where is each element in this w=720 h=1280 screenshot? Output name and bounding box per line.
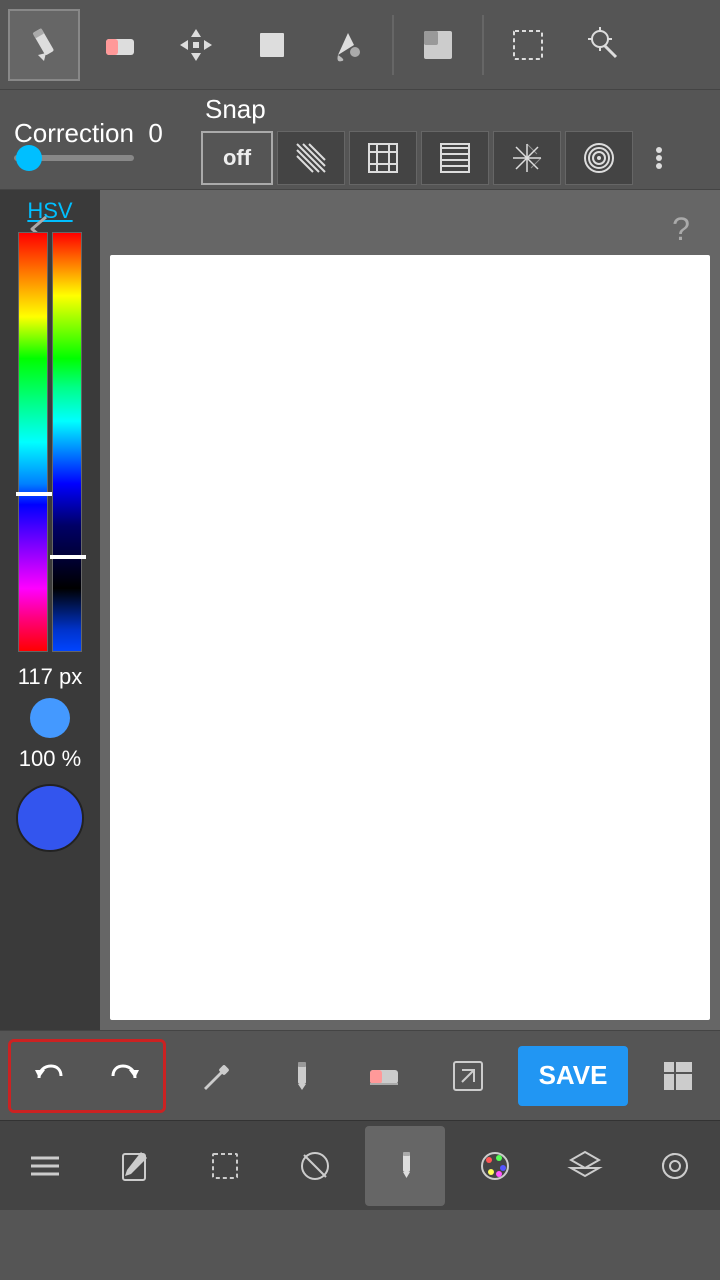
export-button[interactable] bbox=[434, 1042, 502, 1110]
correction-slider-track[interactable] bbox=[14, 155, 134, 161]
move-tool[interactable] bbox=[160, 9, 232, 81]
correction-label: Correction 0 bbox=[14, 118, 181, 149]
hue-indicator bbox=[16, 492, 52, 496]
correction-row: Correction 0 Snap off bbox=[0, 90, 720, 190]
nav-layers-button[interactable] bbox=[545, 1126, 625, 1206]
redo-button[interactable] bbox=[87, 1042, 163, 1110]
toolbar-divider2 bbox=[482, 15, 484, 75]
snap-grid-button[interactable] bbox=[349, 131, 417, 185]
snap-label: Snap bbox=[195, 94, 720, 125]
sv-indicator bbox=[50, 555, 86, 559]
hue-strip[interactable] bbox=[18, 232, 48, 652]
eraser-tool[interactable] bbox=[84, 9, 156, 81]
eyedropper-button[interactable] bbox=[182, 1042, 250, 1110]
fill-tool[interactable] bbox=[312, 9, 384, 81]
rectangle-tool[interactable] bbox=[236, 9, 308, 81]
size-label: 117 px bbox=[18, 664, 82, 690]
color-pickers bbox=[18, 232, 82, 652]
snap-off-button[interactable]: off bbox=[201, 131, 273, 185]
undo-button[interactable] bbox=[11, 1042, 87, 1110]
sv-strip[interactable] bbox=[52, 232, 82, 652]
color-sample-tool[interactable] bbox=[402, 9, 474, 81]
snap-buttons-row: off bbox=[195, 131, 720, 185]
left-panel: HSV 117 px 100 % bbox=[0, 190, 100, 1030]
top-toolbar bbox=[0, 0, 720, 90]
opacity-label: 100 % bbox=[19, 746, 81, 772]
bottom-toolbar: SAVE bbox=[0, 1030, 720, 1120]
snap-diagonal-button[interactable] bbox=[277, 131, 345, 185]
snap-horiz-button[interactable] bbox=[421, 131, 489, 185]
correction-text: Correction bbox=[14, 118, 134, 148]
nav-selection-button[interactable] bbox=[185, 1126, 265, 1206]
help-button[interactable]: ? bbox=[656, 204, 706, 254]
main-area: ? HSV 117 px 100 % bbox=[0, 190, 720, 1030]
nav-erase-button[interactable] bbox=[275, 1126, 355, 1206]
snap-radial-button[interactable] bbox=[493, 131, 561, 185]
snap-section: Snap off bbox=[195, 86, 720, 193]
correction-slider-container bbox=[14, 155, 181, 161]
color-swatch[interactable] bbox=[16, 784, 84, 852]
snap-more-button[interactable] bbox=[637, 131, 681, 185]
toolbar-divider bbox=[392, 15, 394, 75]
nav-brush-button[interactable] bbox=[365, 1126, 445, 1206]
nav-menu-button[interactable] bbox=[5, 1126, 85, 1206]
snap-off-label: off bbox=[223, 145, 251, 171]
pencil-bottom-button[interactable] bbox=[266, 1042, 334, 1110]
help-label: ? bbox=[672, 211, 690, 248]
eraser-bottom-button[interactable] bbox=[350, 1042, 418, 1110]
correction-slider-thumb[interactable] bbox=[16, 145, 42, 171]
grid-bottom-button[interactable] bbox=[644, 1042, 712, 1110]
nav-palette-button[interactable] bbox=[455, 1126, 535, 1206]
correction-value: 0 bbox=[148, 118, 162, 148]
save-button[interactable]: SAVE bbox=[518, 1046, 628, 1106]
save-label: SAVE bbox=[539, 1060, 608, 1090]
snap-circles-button[interactable] bbox=[565, 131, 633, 185]
correction-section: Correction 0 bbox=[0, 110, 195, 169]
nav-edit-button[interactable] bbox=[95, 1126, 175, 1206]
pencil-tool[interactable] bbox=[8, 9, 80, 81]
canvas-area[interactable] bbox=[110, 255, 710, 1020]
size-dot bbox=[30, 698, 70, 738]
undo-redo-group bbox=[8, 1039, 166, 1113]
nav-settings-button[interactable] bbox=[635, 1126, 715, 1206]
selection-tool[interactable] bbox=[492, 9, 564, 81]
magic-wand-tool[interactable] bbox=[568, 9, 640, 81]
nav-bar bbox=[0, 1120, 720, 1210]
